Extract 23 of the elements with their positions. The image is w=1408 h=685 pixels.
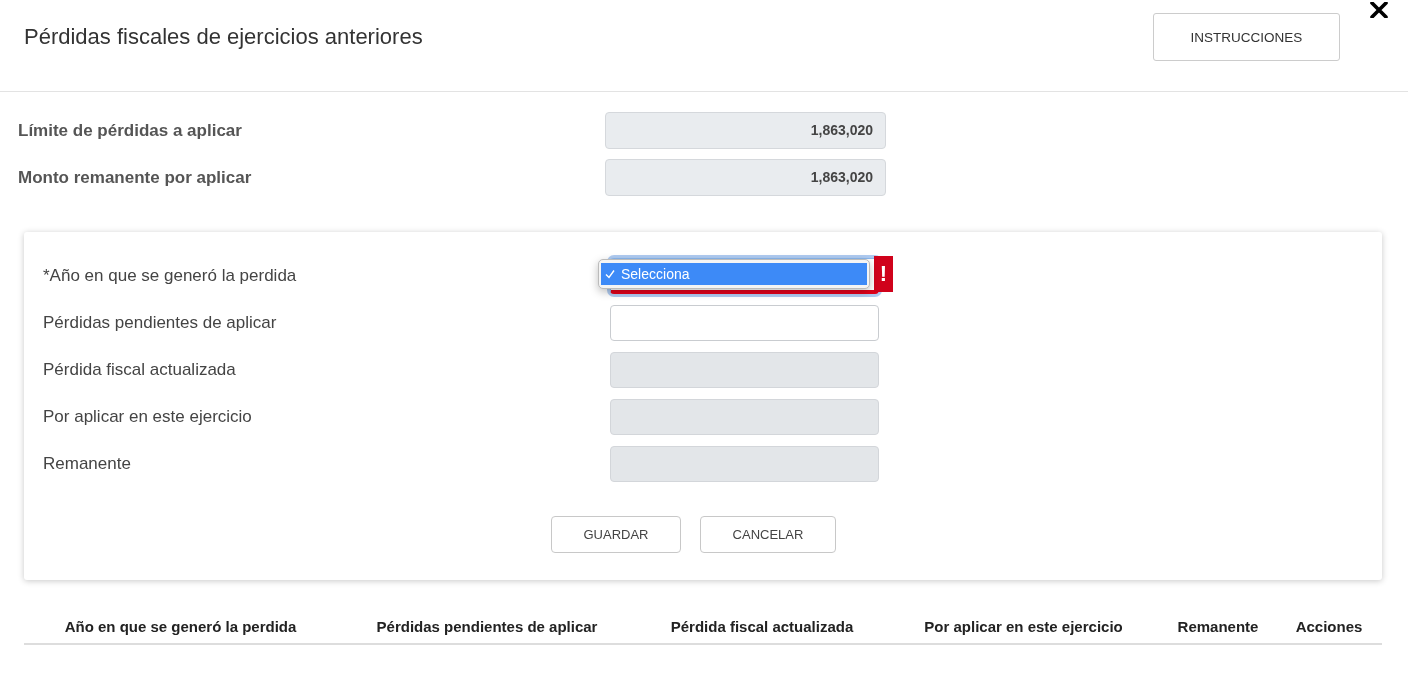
field-label: Pérdidas pendientes de aplicar [43, 313, 278, 333]
column-header: Año en que se generó la perdida [63, 618, 298, 635]
instructions-button[interactable]: INSTRUCCIONES [1153, 13, 1340, 61]
dialog-title: Pérdidas fiscales de ejercicios anteriores [24, 23, 423, 51]
column-header: Por aplicar en este ejercicio [923, 618, 1124, 635]
check-icon [605, 269, 615, 279]
column-header: Remanente [1176, 618, 1260, 635]
readonly-field: 1,863,020 [605, 112, 886, 149]
save-button[interactable]: GUARDAR [551, 516, 681, 553]
cancel-button[interactable]: CANCELAR [700, 516, 836, 553]
column-header: Acciones [1294, 618, 1364, 635]
field-label: *Año en que se generó la perdida [43, 266, 298, 286]
error-badge: ! [874, 256, 893, 292]
summary-label: Monto remanente por aplicar [18, 167, 253, 188]
column-header: Pérdidas pendientes de aplicar [375, 618, 599, 635]
field-label: Por aplicar en este ejercicio [43, 407, 253, 427]
field-label: Pérdida fiscal actualizada [43, 360, 237, 380]
column-header: Pérdida fiscal actualizada [669, 618, 855, 635]
close-icon[interactable] [1370, 2, 1388, 18]
readonly-field: 1,863,020 [605, 159, 886, 196]
input-field[interactable] [610, 305, 879, 341]
summary-label: Límite de pérdidas a aplicar [18, 120, 243, 141]
field-label: Remanente [43, 454, 132, 474]
